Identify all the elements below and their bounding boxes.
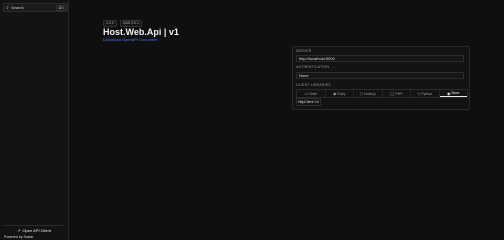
version-badges: 1.0.0 OAS 3.0.1 (103, 20, 142, 27)
client-tabs: ▭ Shell ◆ Ruby ⬡ Node.js ◯ PHP ◇ Python ◉ More (296, 89, 468, 98)
tab-label: More (451, 91, 460, 95)
tab-label: Python (421, 91, 433, 96)
tab-shell[interactable]: ▭ Shell (297, 90, 326, 97)
client-select[interactable]: HttpClient C# (296, 98, 321, 106)
python-icon: ◇ (417, 91, 421, 96)
php-icon: ◯ (389, 91, 395, 96)
search-shortcut: ⌘K (56, 4, 66, 11)
shell-icon: ▭ (304, 91, 309, 96)
tab-php[interactable]: ◯ PHP (383, 90, 411, 97)
request-panel: SERVER http://localhost:5000 AUTHENTICAT… (292, 46, 470, 110)
search-label: Search (11, 5, 24, 10)
more-icon: ◉ (447, 90, 451, 96)
tab-more[interactable]: ◉ More (439, 90, 467, 97)
tab-ruby[interactable]: ◆ Ruby (326, 90, 354, 97)
arrow-icon: ↗ (17, 227, 21, 233)
search-button[interactable]: ⌕ Search ⌘K (3, 3, 68, 12)
client-libraries-label: CLIENT LIBRARIES (296, 83, 331, 87)
page-title: Host.Web.Api | v1 (103, 27, 179, 37)
tab-label: Node.js (364, 91, 376, 96)
tab-label: Shell (309, 91, 318, 96)
auth-select[interactable]: None (296, 72, 464, 79)
open-api-client-label: Open API Client (22, 227, 51, 233)
powered-by-link[interactable]: Powered by Scalar (4, 235, 33, 239)
sidebar: ⌕ Search ⌘K ↗ Open API Client Powered by… (0, 0, 69, 240)
tab-python[interactable]: ◇ Python (411, 90, 440, 97)
auth-label: AUTHENTICATION ... (296, 65, 334, 69)
download-openapi-link[interactable]: Download OpenAPI Document (103, 37, 157, 42)
open-api-client-button[interactable]: ↗ Open API Client (3, 225, 65, 234)
version-badge: 1.0.0 (103, 20, 117, 27)
nodejs-icon: ⬡ (359, 91, 364, 96)
server-select[interactable]: http://localhost:5000 (296, 55, 464, 62)
ruby-icon: ◆ (333, 91, 337, 96)
tab-label: PHP (395, 91, 403, 96)
tab-nodejs[interactable]: ⬡ Node.js (354, 90, 383, 97)
server-label: SERVER (296, 49, 312, 53)
oas-badge: OAS 3.0.1 (119, 20, 142, 27)
tab-label: Ruby (337, 91, 346, 96)
